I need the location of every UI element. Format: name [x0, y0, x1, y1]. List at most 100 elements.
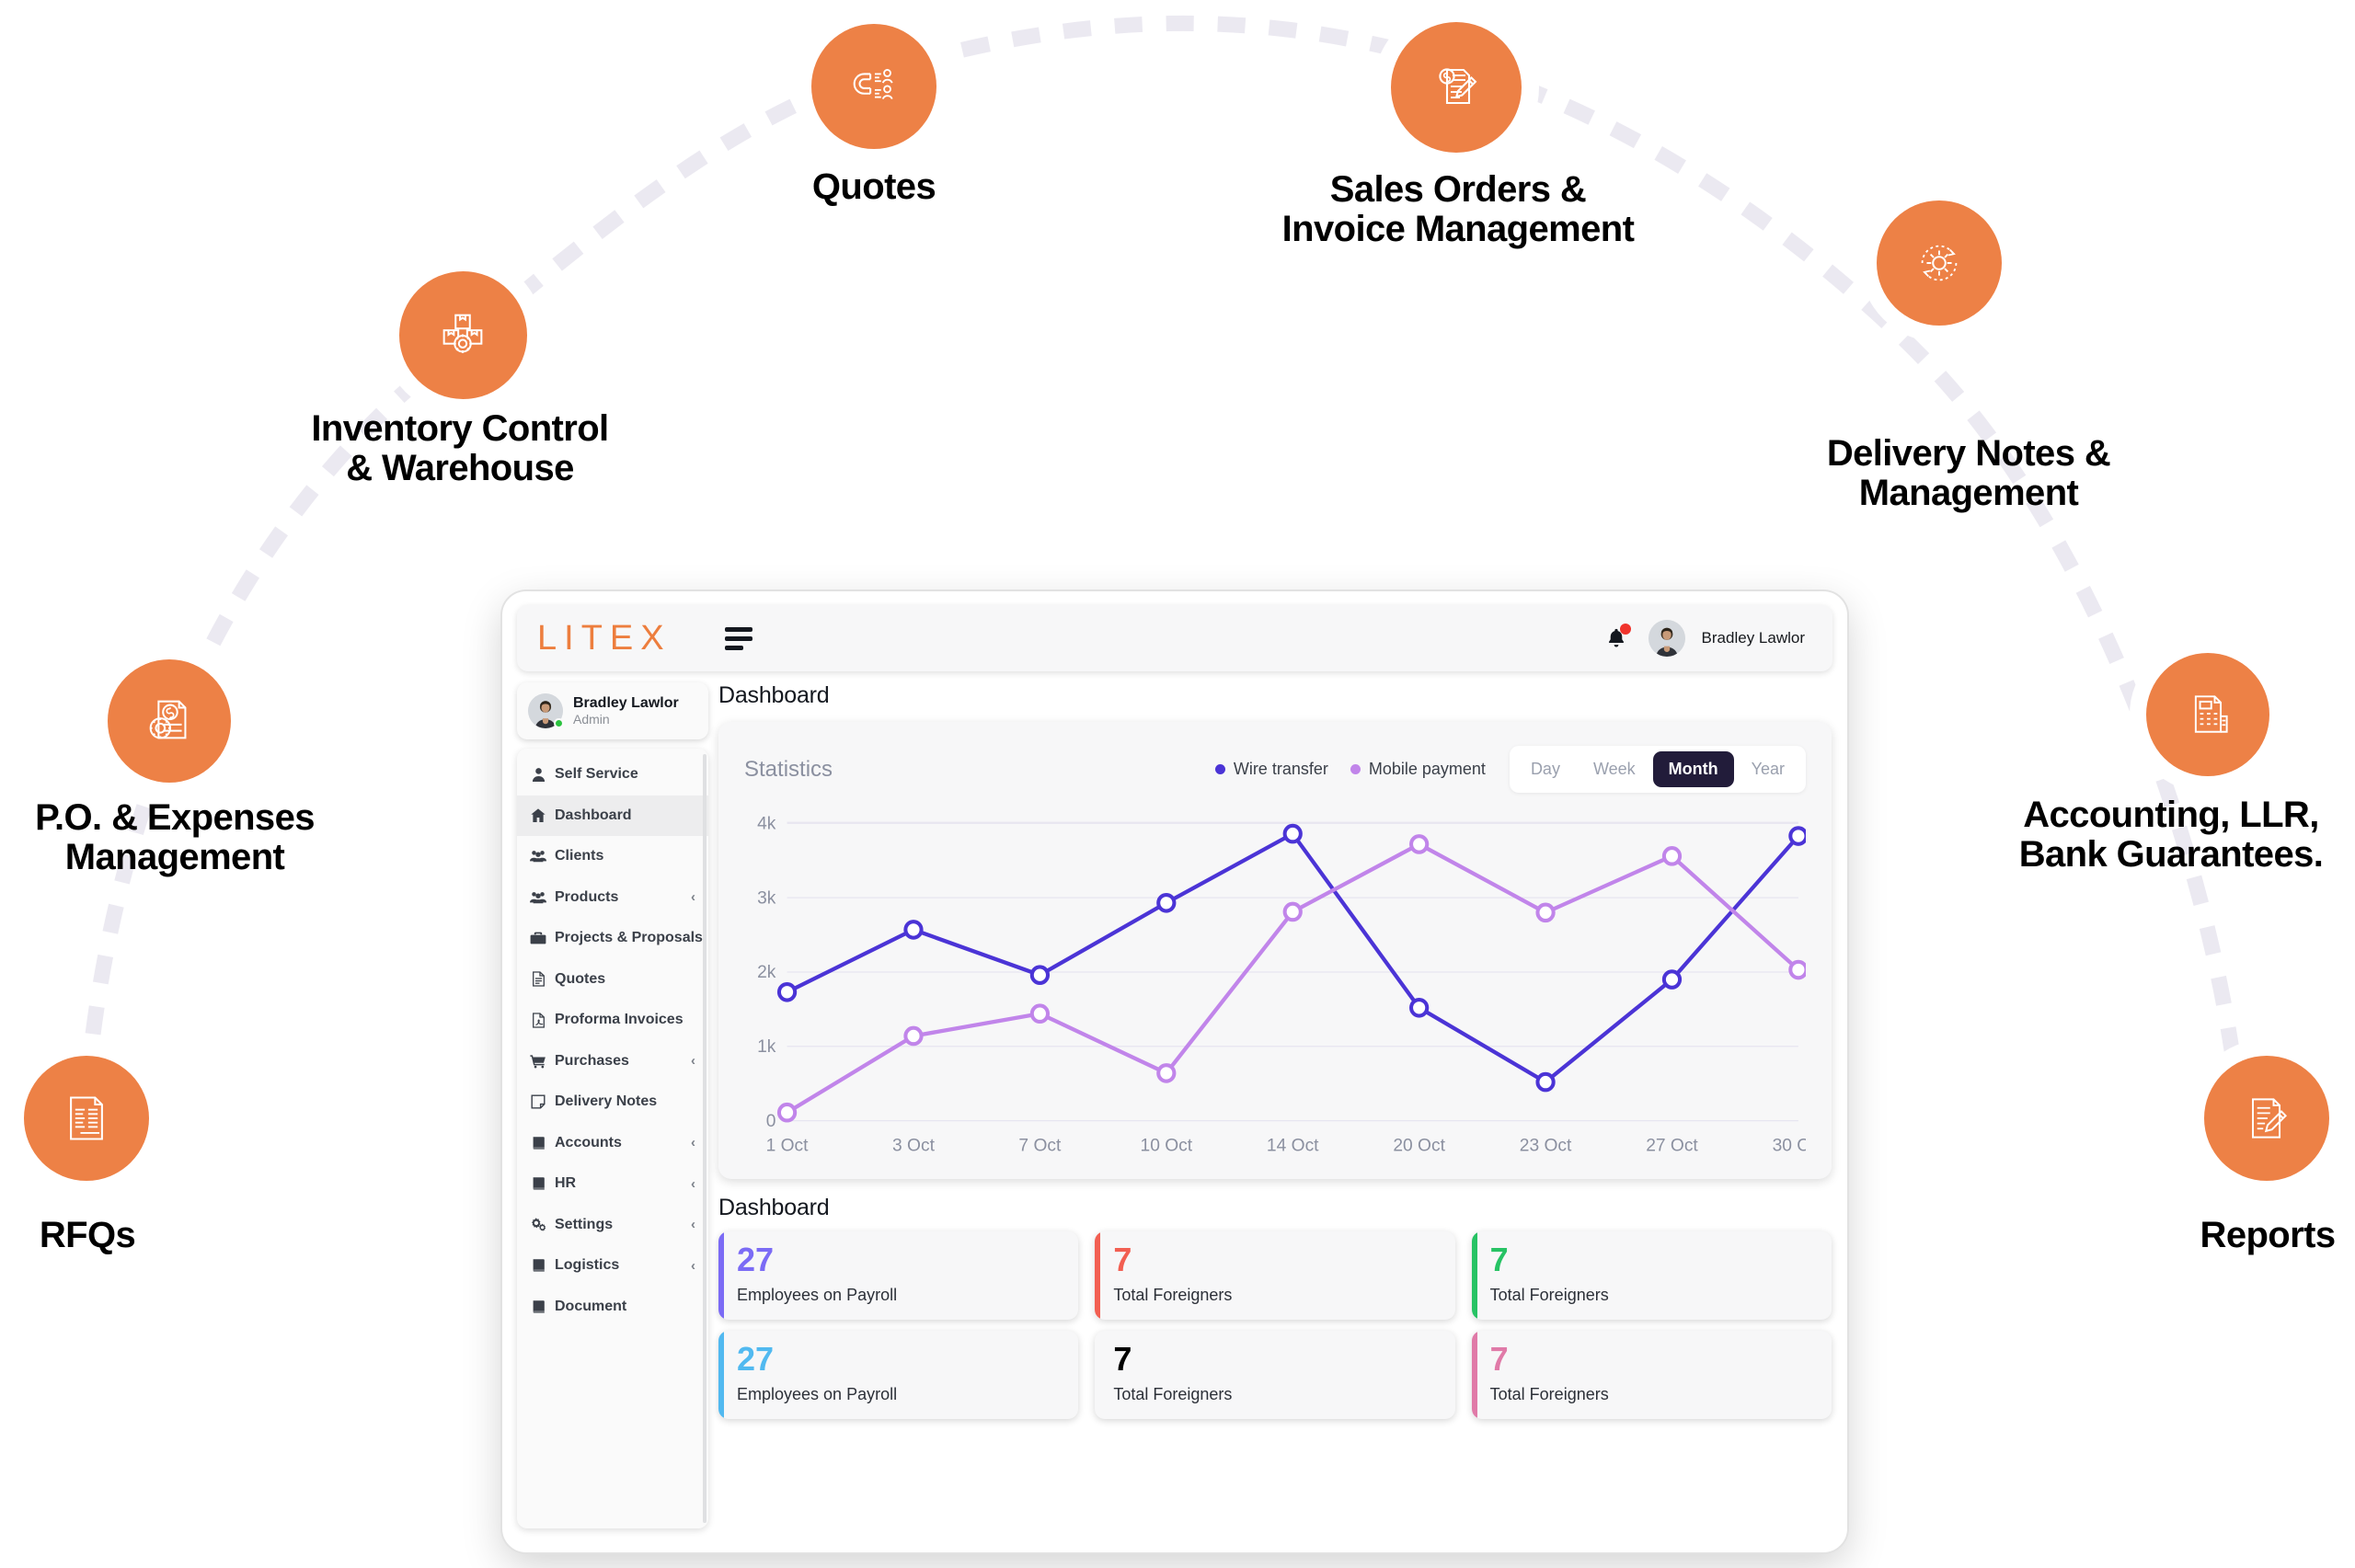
- sidebar-item-label: Proforma Invoices: [555, 1012, 684, 1028]
- legend-color-dot: [1350, 764, 1361, 774]
- sidebar-item-accounts[interactable]: Accounts ‹: [517, 1123, 708, 1164]
- stat-card[interactable]: 27 Employees on Payroll: [718, 1231, 1079, 1320]
- stat-card[interactable]: 7 Total Foreigners: [1095, 1331, 1455, 1419]
- hamburger-icon[interactable]: [724, 626, 752, 650]
- chart-data-point[interactable]: [1156, 1063, 1177, 1083]
- chart-data-point[interactable]: [1535, 902, 1556, 923]
- legend-item-wire-transfer[interactable]: Wire transfer: [1214, 760, 1328, 779]
- file-text-icon: [530, 971, 546, 987]
- node-accounting[interactable]: [2130, 636, 2286, 793]
- chevron-left-icon[interactable]: ‹: [691, 889, 695, 905]
- node-reports[interactable]: [2188, 1039, 2346, 1197]
- chevron-left-icon[interactable]: ‹: [691, 1258, 695, 1274]
- chart-data-point[interactable]: [1029, 1003, 1051, 1024]
- stat-card[interactable]: 7 Total Foreigners: [1471, 1331, 1832, 1419]
- avatar[interactable]: [1648, 620, 1685, 657]
- file-pdf-icon: [530, 1013, 546, 1028]
- chart-data-point[interactable]: [1029, 965, 1051, 986]
- sidebar-item-label: Document: [555, 1298, 627, 1314]
- node-label-delivery-notes: Delivery Notes & Management: [1826, 433, 2111, 514]
- stat-label: Total Foreigners: [1489, 1385, 1609, 1403]
- users-icon: [530, 849, 546, 864]
- node-delivery-notes[interactable]: [1860, 184, 2018, 342]
- chart-data-point[interactable]: [1409, 997, 1430, 1018]
- node-sales-orders[interactable]: [1373, 5, 1539, 170]
- period-button-week[interactable]: Week: [1578, 751, 1651, 787]
- node-label-accounting: Accounting, LLR, Bank Guarantees.: [2018, 795, 2324, 876]
- stat-card[interactable]: 7 Total Foreigners: [1095, 1231, 1455, 1320]
- chart-data-point[interactable]: [1661, 969, 1683, 990]
- chevron-left-icon[interactable]: ‹: [691, 1217, 695, 1232]
- online-status-dot: [554, 718, 564, 728]
- sidebar-item-label: Delivery Notes: [555, 1093, 658, 1110]
- sidebar-item-self-service[interactable]: Self Service: [517, 754, 708, 795]
- sidebar-scrollbar[interactable]: [703, 754, 706, 1523]
- chart-data-point[interactable]: [1282, 823, 1303, 844]
- chart-data-point[interactable]: [1535, 1071, 1556, 1093]
- boxes-gear-icon: [398, 270, 527, 399]
- chart-data-point[interactable]: [903, 1025, 924, 1047]
- stat-value: 7: [1113, 1340, 1132, 1378]
- sidebar-item-label: Settings: [555, 1216, 614, 1232]
- legend-label: Mobile payment: [1368, 760, 1486, 778]
- chart-data-point[interactable]: [1788, 959, 1806, 980]
- note-icon: [530, 1094, 546, 1109]
- chart-data-point[interactable]: [1409, 834, 1430, 854]
- chevron-left-icon[interactable]: ‹: [691, 1176, 695, 1192]
- x-axis-tick-label: 20 Oct: [1393, 1135, 1445, 1155]
- sidebar-item-projects-proposals[interactable]: Projects & Proposals‹: [517, 918, 708, 959]
- stat-card[interactable]: 7 Total Foreigners: [1471, 1231, 1832, 1320]
- sidebar-item-purchases[interactable]: Purchases ‹: [517, 1041, 708, 1082]
- app-logo[interactable]: LITEX: [537, 619, 672, 658]
- y-axis-tick-label: 1k: [757, 1036, 776, 1057]
- node-label-quotes: Quotes: [811, 166, 936, 207]
- period-selector: Day Week Month Year: [1509, 746, 1806, 793]
- profile-name: Bradley Lawlor: [573, 695, 679, 711]
- sidebar-item-dashboard[interactable]: Dashboard: [517, 795, 708, 836]
- chart-data-point[interactable]: [776, 981, 798, 1002]
- sidebar-item-proforma-invoices[interactable]: Proforma Invoices: [517, 1000, 708, 1041]
- page-title: Dashboard: [718, 682, 830, 708]
- sidebar-item-quotes[interactable]: Quotes: [517, 959, 708, 1001]
- y-axis-tick-label: 2k: [757, 962, 776, 982]
- chevron-left-icon[interactable]: ‹: [691, 1135, 695, 1150]
- sidebar-item-document[interactable]: Document: [517, 1287, 708, 1328]
- sidebar-item-products[interactable]: Products ‹: [517, 877, 708, 919]
- legend-item-mobile-payment[interactable]: Mobile payment: [1350, 760, 1486, 779]
- node-inventory[interactable]: [382, 254, 544, 416]
- chart-data-point[interactable]: [1788, 826, 1806, 846]
- sidebar-item-logistics[interactable]: Logistics ‹: [517, 1245, 708, 1287]
- chart-data-point[interactable]: [1282, 901, 1303, 922]
- stat-accent-bar: [1095, 1331, 1100, 1419]
- sidebar-item-label: Clients: [555, 848, 604, 864]
- stat-label: Total Foreigners: [1113, 1385, 1233, 1403]
- sidebar-item-clients[interactable]: Clients: [517, 836, 708, 877]
- sidebar-item-hr[interactable]: HR ‹: [517, 1163, 708, 1205]
- node-rfqs[interactable]: [7, 1039, 166, 1197]
- chart-data-point[interactable]: [776, 1102, 798, 1123]
- node-po-expenses[interactable]: [92, 644, 247, 798]
- chart-data-point[interactable]: [903, 920, 924, 940]
- period-button-day[interactable]: Day: [1515, 751, 1576, 787]
- stat-label: Total Foreigners: [1113, 1286, 1233, 1304]
- stat-cards-grid: 27 Employees on Payroll 7 Total Foreigners 7…: [718, 1231, 1832, 1419]
- stat-label: Employees on Payroll: [737, 1385, 898, 1403]
- page-root: RFQs P.O. & Expenses Management Inventor…: [0, 0, 2355, 1568]
- node-quotes[interactable]: [795, 7, 953, 166]
- sidebar-item-label: Purchases: [555, 1052, 629, 1069]
- node-label-inventory: Inventory Control & Warehouse: [311, 408, 609, 489]
- stat-card[interactable]: 27 Employees on Payroll: [718, 1331, 1079, 1419]
- chart-data-point[interactable]: [1156, 892, 1177, 913]
- home-icon: [530, 807, 546, 823]
- sidebar-item-delivery-notes[interactable]: Delivery Notes: [517, 1082, 708, 1123]
- chart-data-point[interactable]: [1661, 846, 1683, 866]
- x-axis-tick-label: 3 Oct: [892, 1135, 936, 1155]
- sidebar-item-label: Accounts: [555, 1134, 622, 1150]
- period-button-month[interactable]: Month: [1652, 751, 1734, 787]
- period-button-year[interactable]: Year: [1736, 751, 1800, 787]
- chevron-left-icon[interactable]: ‹: [691, 1053, 695, 1069]
- sidebar-menu: Self Service Dashboard Clients Products ‹ Pro…: [517, 749, 708, 1528]
- sidebar-item-settings[interactable]: Settings ‹: [517, 1205, 708, 1246]
- bell-icon[interactable]: [1601, 623, 1632, 654]
- sidebar-profile-card[interactable]: Bradley Lawlor Admin: [517, 682, 708, 739]
